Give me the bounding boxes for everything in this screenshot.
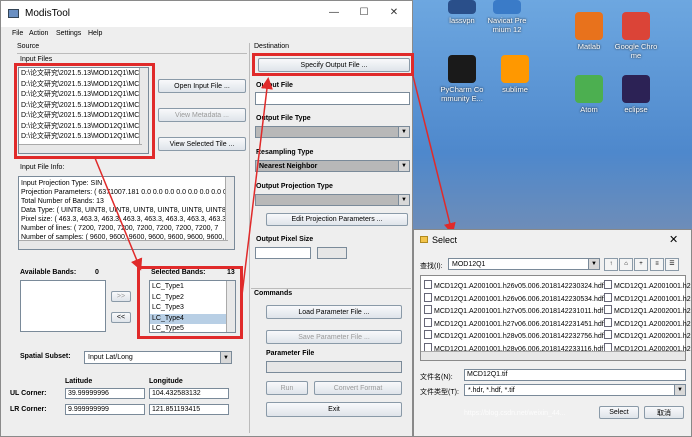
filetype-select[interactable]: *.hdr, *.hdf, *.tif ▼	[464, 384, 686, 396]
filetype-label: 文件类型(T):	[420, 389, 459, 396]
details-view-icon[interactable]: ☰	[665, 258, 679, 271]
select-button[interactable]: Select	[599, 406, 639, 419]
file-row[interactable]: MCD12Q1.A2001001.h26v05.006.201814223032…	[424, 280, 604, 290]
home-icon[interactable]: ⌂	[619, 258, 633, 271]
chevron-down-icon: ▼	[588, 259, 599, 269]
folder-icon	[420, 236, 428, 243]
file-row[interactable]: MCD12Q1.A2001001.h2	[604, 293, 691, 303]
look-in-label: 查找(I):	[420, 263, 443, 270]
file-row[interactable]: MCD12Q1.A2002001.h2	[604, 330, 691, 340]
filetype-value: *.hdr, *.hdf, *.tif	[468, 387, 515, 394]
file-row[interactable]: MCD12Q1.A2001001.h27v06.006.201814223145…	[424, 318, 604, 328]
watermark-text: https://blog.csdn.net/weixin_44...	[464, 410, 566, 417]
select-dialog: Select ✕ 查找(I): MOD12Q1 ▼ ↑ ⌂ + ≡ ☰ MCD1…	[413, 229, 692, 437]
chevron-down-icon: ▼	[674, 385, 685, 395]
list-view-icon[interactable]: ≡	[650, 258, 664, 271]
dialog-close-icon[interactable]: ✕	[669, 233, 678, 246]
file-row[interactable]: MCD12Q1.A2001001.h2	[604, 280, 691, 290]
up-folder-icon[interactable]: ↑	[604, 258, 618, 271]
file-list[interactable]: MCD12Q1.A2001001.h26v05.006.201814223032…	[420, 275, 691, 361]
filename-label: 文件名(N):	[420, 374, 453, 381]
file-list-hscroll[interactable]	[421, 351, 685, 360]
look-in-value: MOD12Q1	[452, 261, 486, 268]
new-folder-icon[interactable]: +	[634, 258, 648, 271]
file-row[interactable]: MCD12Q1.A2002001.h2	[604, 305, 691, 315]
dialog-title: Select	[432, 235, 458, 245]
arrow-files-to-bands	[94, 157, 143, 271]
file-row[interactable]: MCD12Q1.A2001001.h26v06.006.201814223053…	[424, 293, 604, 303]
cancel-button[interactable]: 取消	[644, 406, 684, 419]
arrow-output-to-dialog	[411, 71, 456, 235]
arrow-bands-to-output	[241, 77, 273, 296]
look-in-select[interactable]: MOD12Q1 ▼	[448, 258, 600, 270]
file-row[interactable]: MCD12Q1.A2001001.h27v05.006.201814223101…	[424, 305, 603, 315]
file-row[interactable]: MCD12Q1.A2001001.h28v05.006.201814223275…	[424, 330, 604, 340]
filename-input[interactable]: MCD12Q1.tif	[464, 369, 686, 381]
file-row[interactable]: MCD12Q1.A2002001.h2	[604, 318, 691, 328]
